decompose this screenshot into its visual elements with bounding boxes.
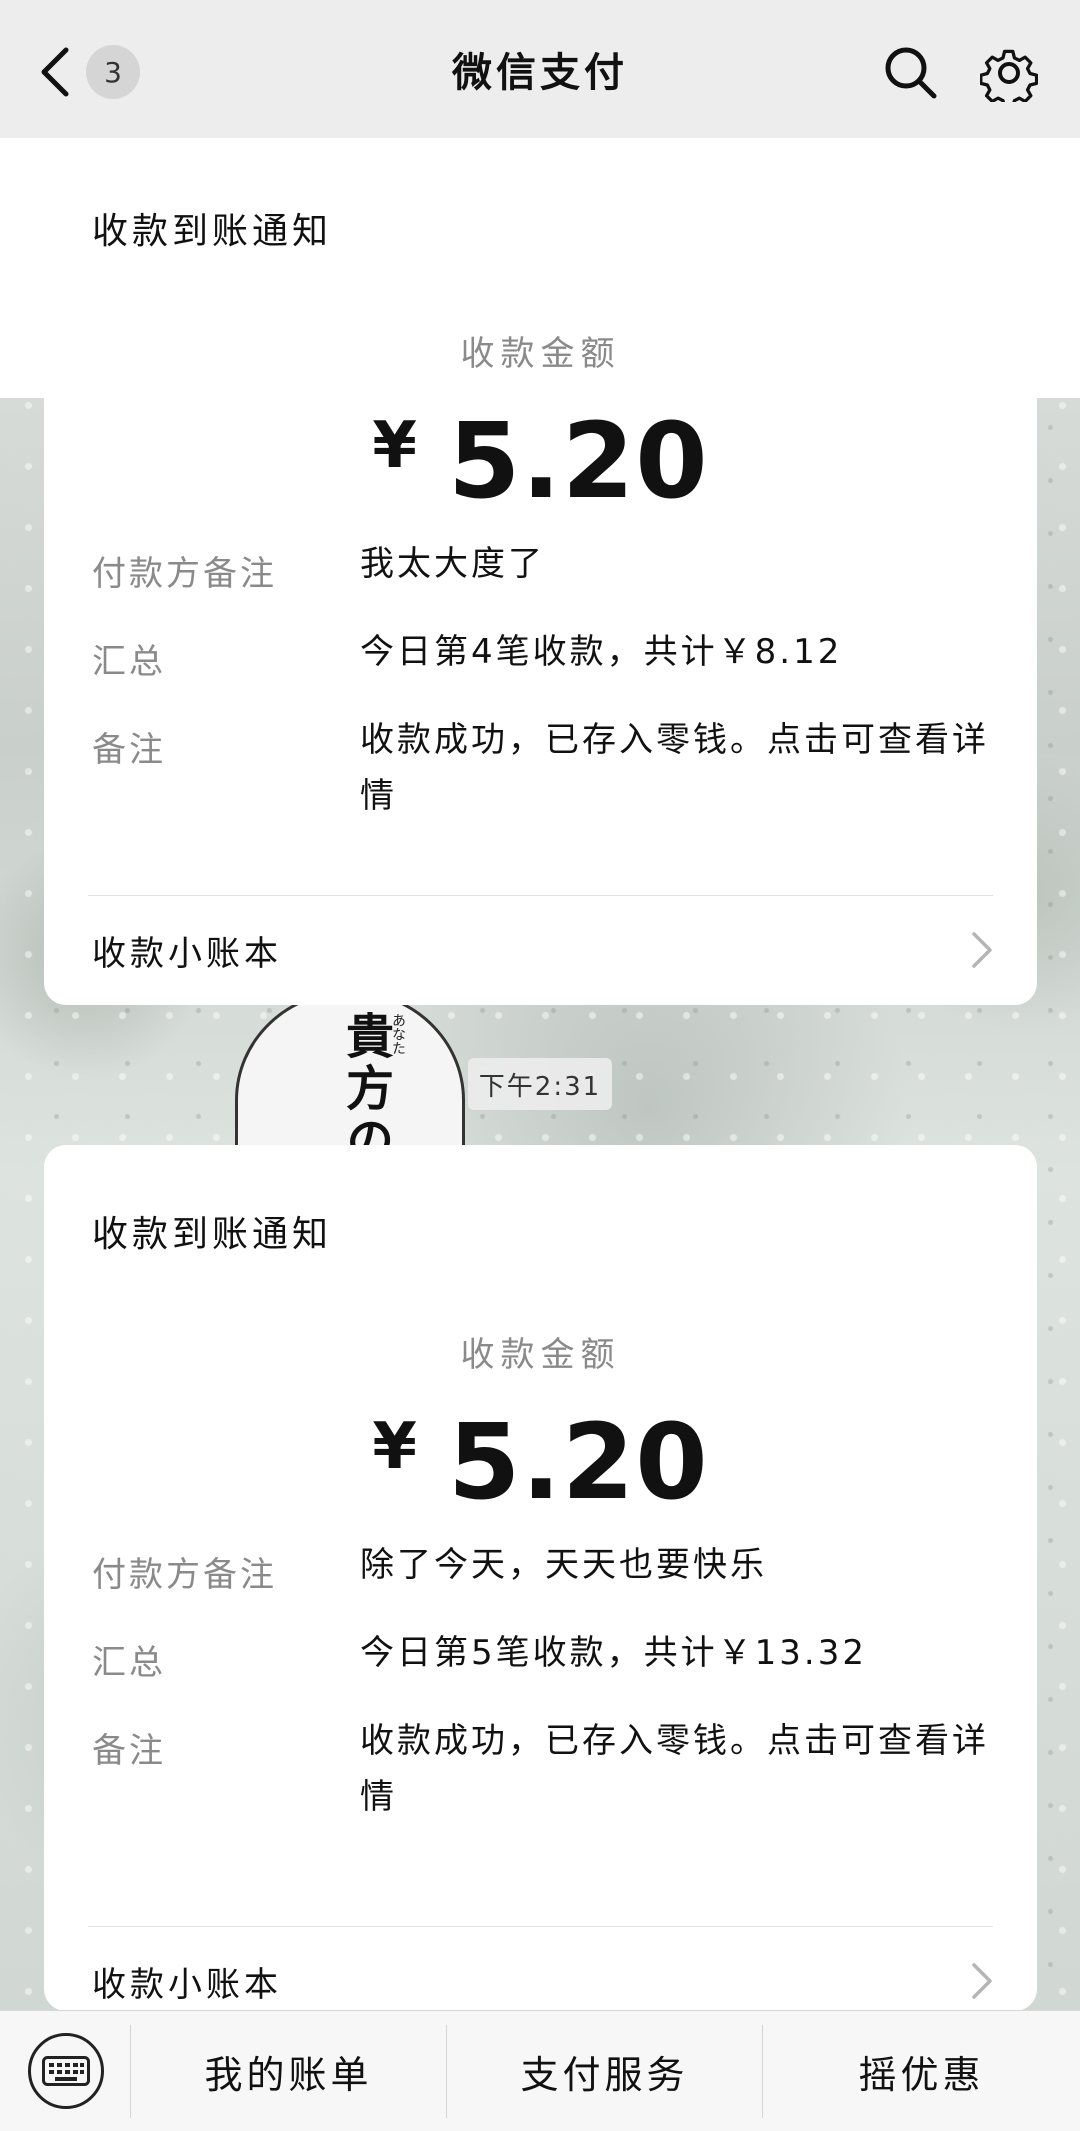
remark-value: 收款成功，已存入零钱。点击可查看详情 [360, 720, 989, 816]
payment-notification-card[interactable]: 收款到账通知 收款金额 ¥5.20 付款方备注 除了今天，天天也要快乐 汇总 今… [44, 1145, 1037, 2011]
amount-value: ¥5.20 [372, 1401, 709, 1523]
amount-label: 收款金额 [460, 334, 621, 374]
ledger-label: 收款小账本 [92, 1964, 282, 2005]
bubble-ruby: あなた [390, 1013, 406, 1055]
chevron-right-icon [972, 932, 992, 968]
top-nav-bar: 3 微信支付 [0, 0, 1080, 138]
ledger-link[interactable]: 收款小账本 [92, 920, 993, 980]
summary-key: 汇总 [92, 642, 166, 682]
divider [88, 895, 993, 896]
unread-count-badge: 3 [86, 45, 140, 99]
menu-payment-services[interactable]: 支付服务 [447, 2011, 762, 2131]
divider [88, 1926, 993, 1927]
payment-notification-card[interactable]: 收款到账通知 收款金额 ¥5.20 付款方备注 我太大度了 汇总 今日第4笔收款… [0, 138, 1080, 1005]
card-title: 收款到账通知 [92, 1214, 333, 1255]
payer-note-key: 付款方备注 [92, 1555, 277, 1595]
chevron-right-icon [972, 1963, 992, 1999]
payer-note-value: 除了今天，天天也要快乐 [360, 1545, 767, 1585]
menu-my-bills[interactable]: 我的账单 [131, 2011, 446, 2131]
remark-value: 收款成功，已存入零钱。点击可查看详情 [360, 1721, 989, 1817]
summary-value: 今日第5笔收款，共计￥13.32 [360, 1633, 867, 1673]
card-title: 收款到账通知 [92, 211, 333, 252]
bottom-menu-bar: 我的账单 支付服务 摇优惠 [0, 2010, 1080, 2131]
page-title: 微信支付 [452, 50, 628, 96]
keyboard-icon [42, 2056, 90, 2086]
summary-key: 汇总 [92, 1643, 166, 1683]
menu-shake-discounts[interactable]: 摇优惠 [763, 2011, 1080, 2131]
ledger-link[interactable]: 收款小账本 [92, 1951, 993, 2011]
message-timestamp: 下午2:31 [468, 1058, 612, 1110]
summary-value: 今日第4笔收款，共计￥8.12 [360, 632, 843, 672]
remark-key: 备注 [92, 1731, 166, 1771]
search-icon[interactable] [882, 44, 938, 100]
payer-note-value: 我太大度了 [360, 544, 545, 584]
payer-note-key: 付款方备注 [92, 554, 277, 594]
amount-label: 收款金额 [460, 1335, 621, 1375]
chevron-left-icon [41, 47, 69, 97]
amount-value: ¥5.20 [372, 400, 709, 522]
ledger-label: 收款小账本 [92, 933, 282, 974]
gear-icon[interactable] [980, 44, 1038, 102]
remark-key: 备注 [92, 730, 166, 770]
keyboard-toggle-button[interactable] [28, 2033, 104, 2109]
back-button[interactable]: 3 [38, 44, 148, 100]
